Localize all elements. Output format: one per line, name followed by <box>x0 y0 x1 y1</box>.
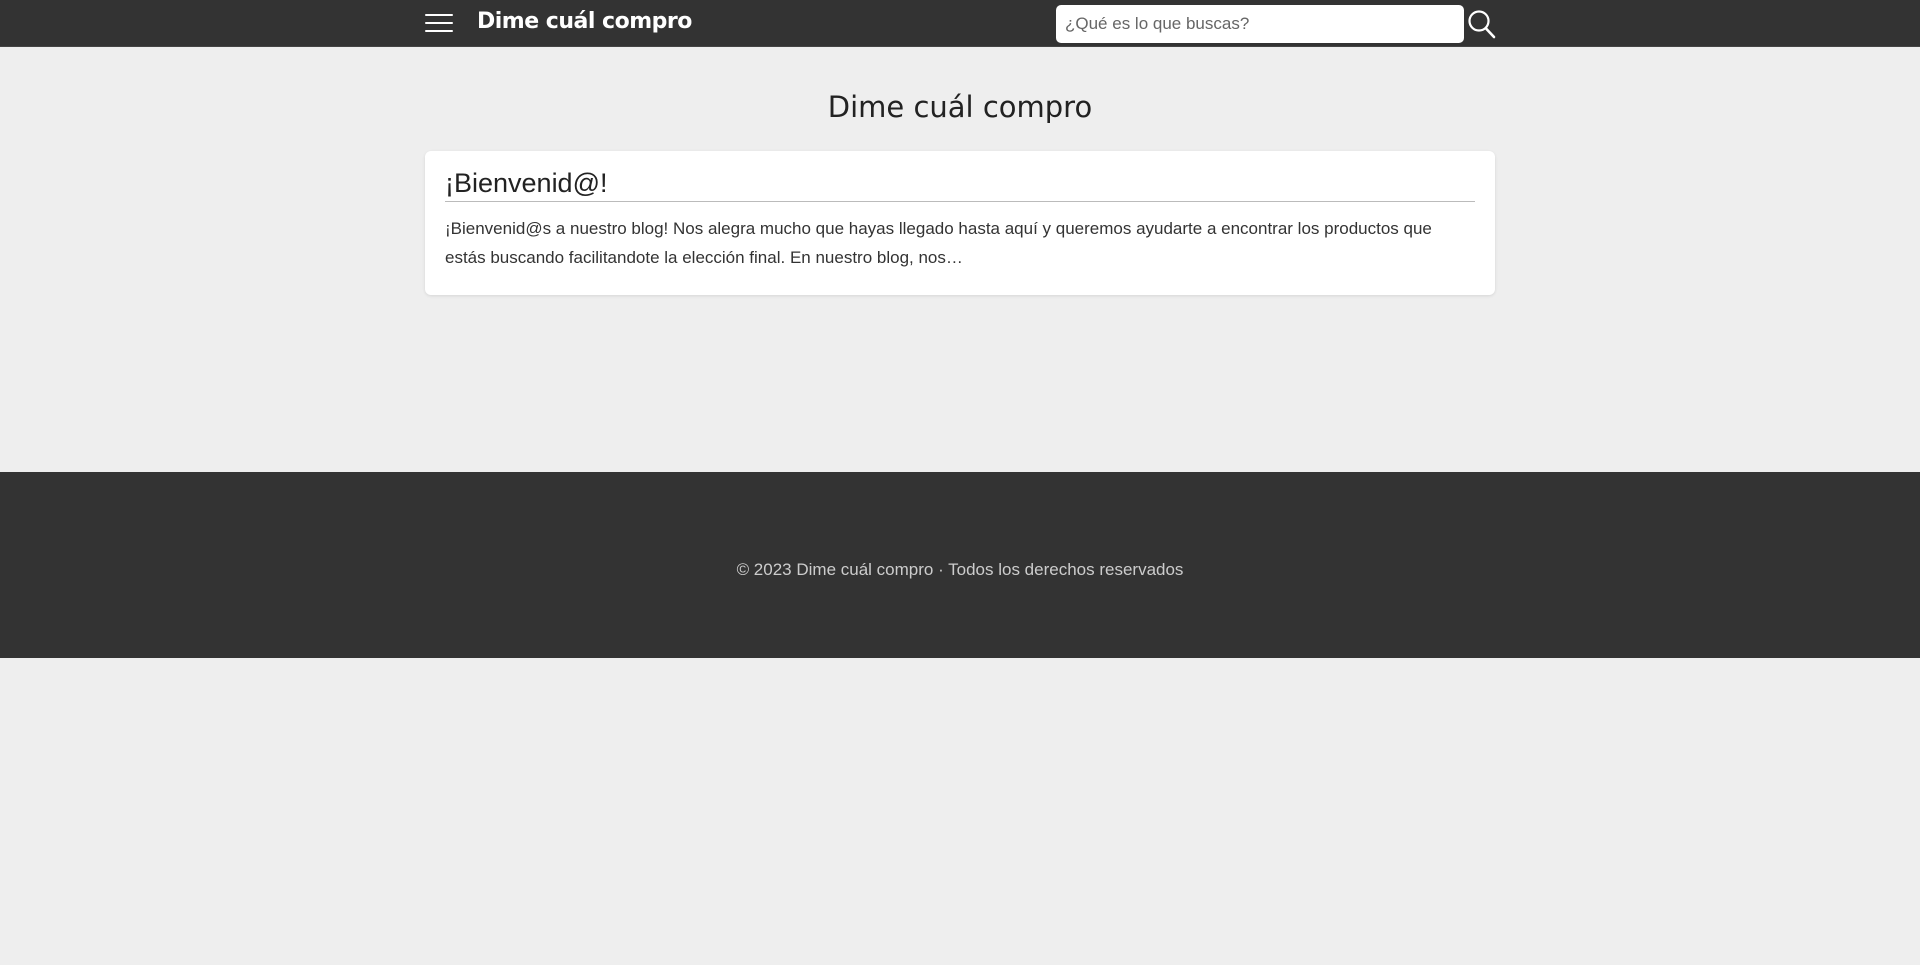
menu-line <box>425 30 453 32</box>
hamburger-menu-icon[interactable] <box>425 12 453 34</box>
navbar-container: Dime cuál compro <box>425 0 1497 47</box>
search-button[interactable] <box>1467 8 1497 40</box>
search-icon <box>1468 10 1496 39</box>
post-title-link[interactable]: ¡Bienvenid@! <box>445 168 1475 202</box>
site-logo-link[interactable]: Dime cuál compro <box>477 9 692 34</box>
top-navbar: Dime cuál compro <box>0 0 1920 47</box>
page-title: Dime cuál compro <box>827 90 1093 124</box>
search-input[interactable] <box>1056 5 1464 43</box>
menu-line <box>425 14 453 16</box>
menu-line <box>425 22 453 24</box>
post-card: ¡Bienvenid@! ¡Bienvenid@s a nuestro blog… <box>425 151 1495 295</box>
copyright-text: © 2023 Dime cuál compro · Todos los dere… <box>736 560 1184 579</box>
site-footer: © 2023 Dime cuál compro · Todos los dere… <box>0 472 1920 658</box>
post-excerpt: ¡Bienvenid@s a nuestro blog! Nos alegra … <box>445 218 1432 267</box>
